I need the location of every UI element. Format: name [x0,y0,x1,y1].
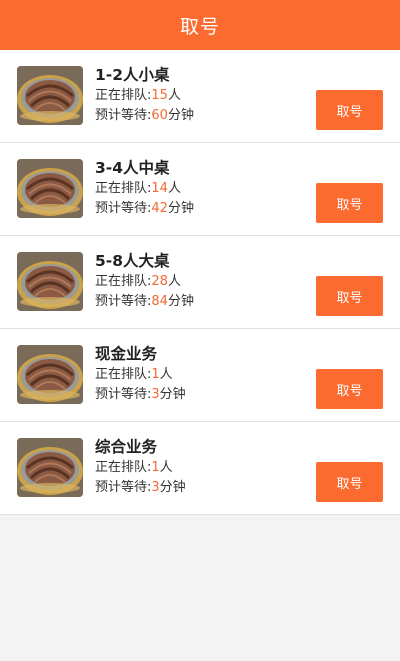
grilled-meat-icon [17,159,83,218]
queue-list: 1-2人小桌 正在排队:15人 预计等待:60分钟 取号 3-4人中桌 正在排队… [0,50,400,515]
wait-time-line: 预计等待:60分钟 [95,106,194,126]
queue-info: 综合业务 正在排队:1人 预计等待:3分钟 [95,436,186,498]
queue-item: 5-8人大桌 正在排队:28人 预计等待:84分钟 取号 [0,236,400,329]
queue-label: 正在排队: [95,274,152,289]
queue-label: 正在排队: [95,367,152,382]
wait-unit: 分钟 [167,108,194,123]
take-number-button[interactable]: 取号 [316,183,383,223]
queue-count-line: 正在排队:1人 [95,458,186,478]
page-title: 取号 [179,15,220,38]
take-number-button[interactable]: 取号 [316,90,383,130]
queue-unit: 人 [167,274,181,289]
wait-label: 预计等待: [95,387,152,402]
queue-item: 3-4人中桌 正在排队:14人 预计等待:42分钟 取号 [0,143,400,236]
wait-label: 预计等待: [95,108,152,123]
table-type-name: 5-8人大桌 [95,252,170,270]
grilled-meat-icon [17,438,83,497]
queue-count: 1 [151,460,160,475]
queue-count: 28 [151,274,168,289]
take-number-button[interactable]: 取号 [316,462,383,502]
queue-count: 14 [151,181,168,196]
wait-time-line: 预计等待:42分钟 [95,199,194,219]
queue-count: 15 [151,88,168,103]
grilled-meat-icon [17,66,83,125]
queue-unit: 人 [167,88,181,103]
grilled-meat-icon [17,252,83,311]
table-type-name: 1-2人小桌 [95,66,170,84]
take-number-button[interactable]: 取号 [316,369,383,409]
queue-count-line: 正在排队:14人 [95,179,194,199]
queue-unit: 人 [167,181,181,196]
wait-minutes: 42 [151,201,168,216]
wait-minutes: 60 [151,108,168,123]
wait-label: 预计等待: [95,480,152,495]
wait-unit: 分钟 [159,387,186,402]
wait-unit: 分钟 [167,294,194,309]
app-header: 取号 [0,0,400,50]
wait-time-line: 预计等待:3分钟 [95,478,186,498]
queue-label: 正在排队: [95,181,152,196]
wait-unit: 分钟 [167,201,194,216]
queue-item: 1-2人小桌 正在排队:15人 预计等待:60分钟 取号 [0,50,400,143]
table-type-name: 现金业务 [95,345,158,363]
queue-unit: 人 [159,460,173,475]
queue-unit: 人 [159,367,173,382]
queue-count-line: 正在排队:15人 [95,86,194,106]
wait-unit: 分钟 [159,480,186,495]
queue-info: 3-4人中桌 正在排队:14人 预计等待:42分钟 [95,157,194,219]
wait-label: 预计等待: [95,294,152,309]
wait-time-line: 预计等待:84分钟 [95,292,194,312]
queue-info: 现金业务 正在排队:1人 预计等待:3分钟 [95,343,186,405]
wait-label: 预计等待: [95,201,152,216]
take-number-button[interactable]: 取号 [316,276,383,316]
wait-minutes: 3 [151,480,160,495]
queue-info: 1-2人小桌 正在排队:15人 预计等待:60分钟 [95,64,194,126]
grilled-meat-icon [17,345,83,404]
queue-count-line: 正在排队:1人 [95,365,186,385]
queue-label: 正在排队: [95,88,152,103]
queue-count-line: 正在排队:28人 [95,272,194,292]
queue-info: 5-8人大桌 正在排队:28人 预计等待:84分钟 [95,250,194,312]
wait-minutes: 84 [151,294,168,309]
wait-time-line: 预计等待:3分钟 [95,385,186,405]
queue-item: 综合业务 正在排队:1人 预计等待:3分钟 取号 [0,422,400,515]
table-type-name: 综合业务 [95,438,158,456]
queue-count: 1 [151,367,160,382]
queue-item: 现金业务 正在排队:1人 预计等待:3分钟 取号 [0,329,400,422]
wait-minutes: 3 [151,387,160,402]
table-type-name: 3-4人中桌 [95,159,170,177]
queue-label: 正在排队: [95,460,152,475]
